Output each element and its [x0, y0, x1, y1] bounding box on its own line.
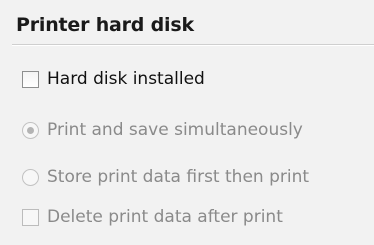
delete-after-print-label: Delete print data after print [47, 207, 283, 227]
store-first-radio[interactable] [22, 168, 39, 186]
hard-disk-installed-label: Hard disk installed [47, 69, 205, 89]
hard-disk-installed-checkbox[interactable] [22, 70, 39, 88]
print-and-save-radio[interactable] [22, 121, 39, 139]
group-title: Printer hard disk [16, 14, 194, 36]
delete-after-print-checkbox[interactable] [22, 208, 39, 226]
print-and-save-option[interactable]: Print and save simultaneously [22, 120, 303, 140]
hard-disk-installed-option[interactable]: Hard disk installed [22, 69, 205, 89]
delete-after-print-option[interactable]: Delete print data after print [22, 207, 283, 227]
group-separator [12, 44, 374, 46]
printer-hard-disk-panel: Printer hard disk Hard disk installed Pr… [0, 0, 374, 245]
store-first-label: Store print data first then print [47, 167, 310, 187]
radio-selected-dot [27, 126, 34, 134]
store-first-option[interactable]: Store print data first then print [22, 167, 309, 187]
print-and-save-label: Print and save simultaneously [47, 120, 303, 140]
